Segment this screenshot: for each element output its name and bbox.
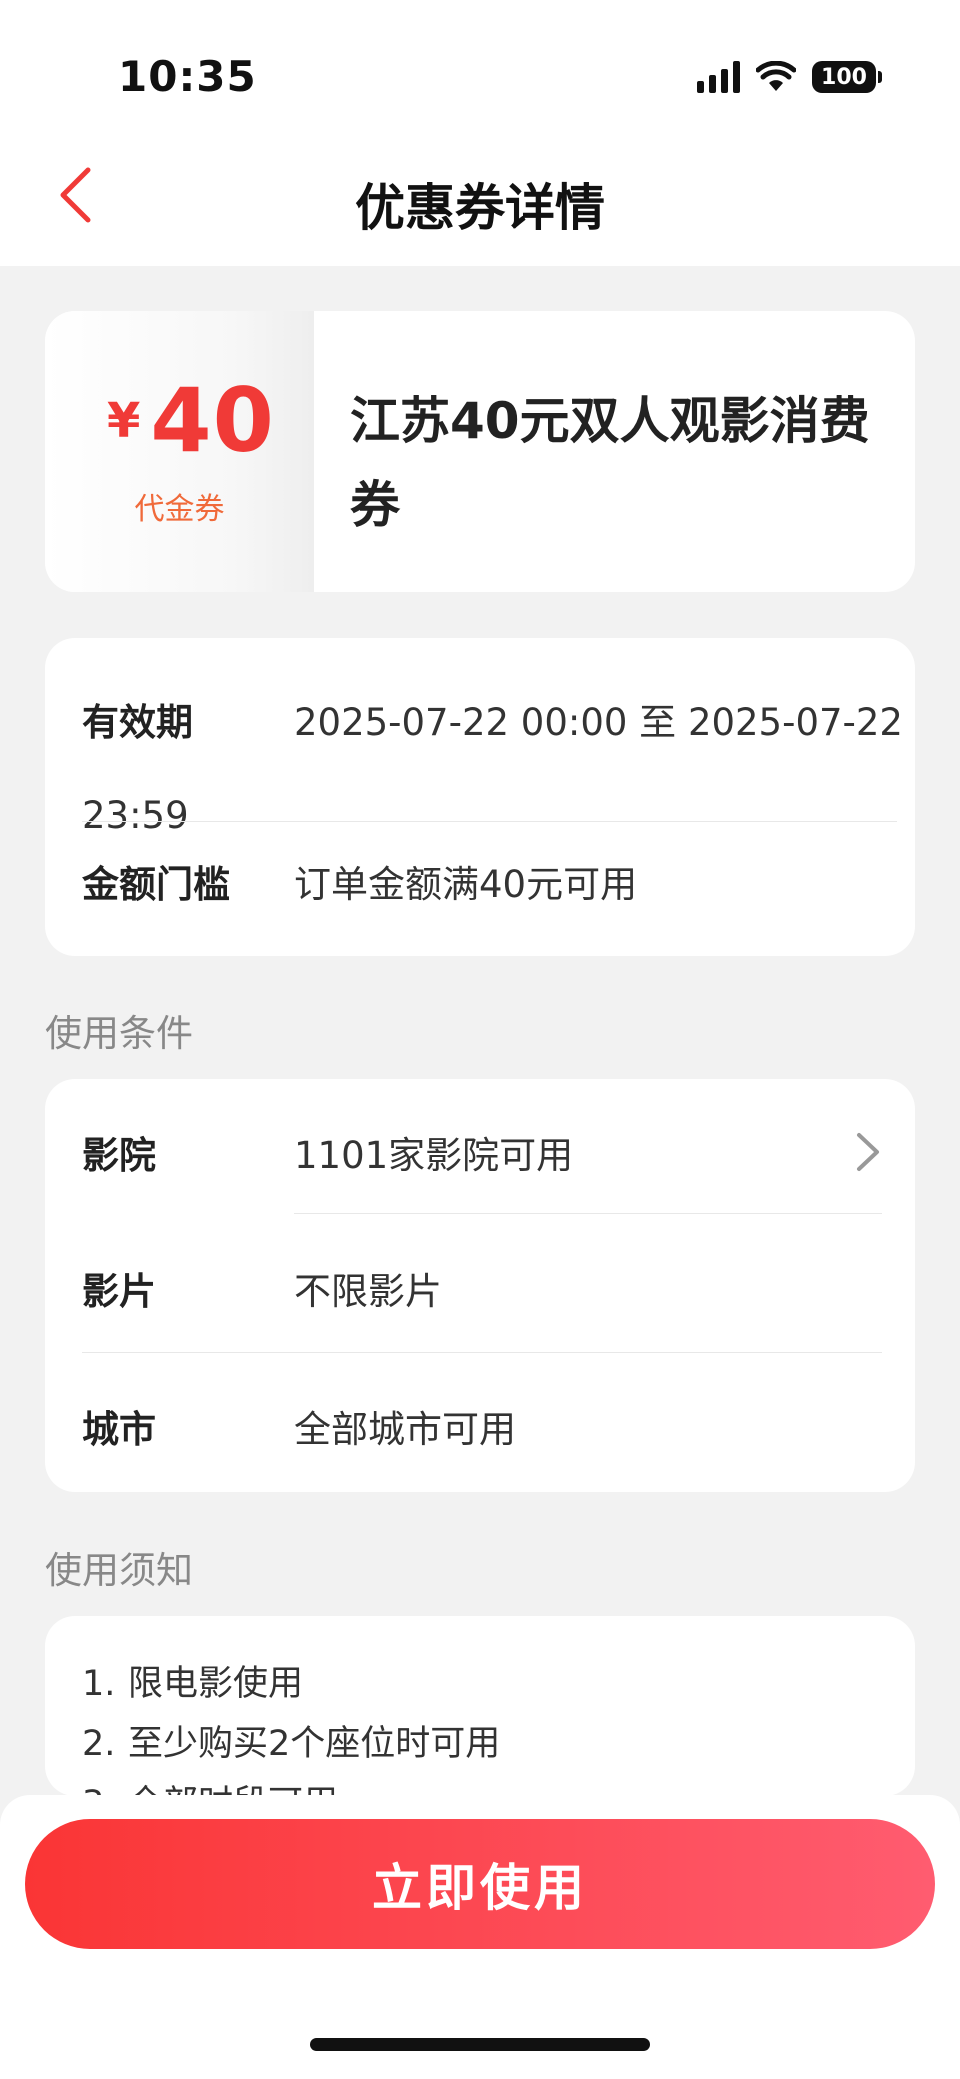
coupon-type: 代金券 [134,492,225,527]
notice-item: 2. 至少购买2个座位时可用 [82,1724,501,1764]
threshold-label: 金额门槛 [82,863,230,906]
cinema-row[interactable]: 影院 1101家影院可用 [45,1079,915,1213]
cinema-label: 影院 [82,1134,156,1177]
currency-symbol: ¥ [107,393,141,449]
divider [82,1352,882,1353]
coupon-card: ¥40 代金券 江苏40元双人观影消费券 [45,311,915,592]
city-label: 城市 [82,1408,156,1451]
cinema-value: 1101家影院可用 [294,1134,574,1177]
amount-value: 40 [150,369,275,472]
notice-list: 1.限电影使用 2.至少购买2个座位时可用 3.全部时段可用 [82,1654,500,1796]
status-icons: 100 [697,56,882,98]
home-indicator [310,2038,650,2051]
top-bar: 10:35 100 优惠券详情 [0,0,960,266]
battery-icon: 100 [812,61,882,93]
divider [82,821,897,822]
info-card: 有效期 2025-07-22 00:00 至 2025-07-22 23:59 … [45,638,915,956]
notice-section-title: 使用须知 [45,1549,193,1592]
threshold-value: 订单金额满40元可用 [294,863,638,906]
divider [294,1213,882,1214]
conditions-section-title: 使用条件 [45,1012,193,1055]
chevron-right-icon [857,1133,879,1171]
use-now-button[interactable]: 立即使用 [25,1819,935,1949]
film-value: 不限影片 [294,1270,442,1313]
coupon-title: 江苏40元双人观影消费券 [350,392,870,534]
coupon-amount: ¥40 [107,369,307,472]
status-time: 10:35 [118,52,257,101]
coupon-detail-screen: 10:35 100 优惠券详情 ¥40 代金券 江苏40元双人观影消费券 有效期… [0,0,960,2079]
coupon-value-panel: ¥40 代金券 [45,311,314,592]
page-title: 优惠券详情 [355,179,605,237]
conditions-card: 影院 1101家影院可用 影片 不限影片 城市 全部城市可用 [45,1079,915,1492]
notice-item: 3.全部时段可用 [82,1774,500,1796]
validity-value: 2025-07-22 00:00 至 2025-07-22 23:59 [82,701,903,837]
film-label: 影片 [82,1270,156,1313]
notice-card: 1.限电影使用 2.至少购买2个座位时可用 3.全部时段可用 [45,1616,915,1796]
city-value: 全部城市可用 [294,1408,516,1451]
cellular-signal-icon [697,61,740,93]
wifi-icon [756,61,796,91]
notice-item: 1. 限电影使用 [82,1664,304,1704]
